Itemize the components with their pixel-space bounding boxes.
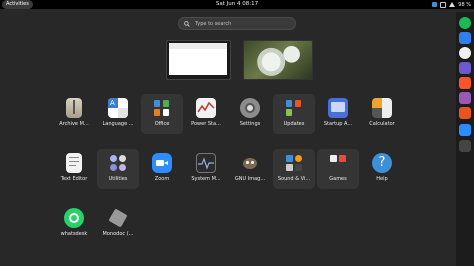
app-label: Startup A... xyxy=(323,121,353,127)
brave-icon[interactable] xyxy=(459,77,471,89)
app-label: Games xyxy=(329,176,347,182)
app-label: Monodoc (... xyxy=(102,231,134,237)
app-gimp[interactable]: GNU Imag... xyxy=(229,149,271,189)
app-folder-office[interactable]: Office xyxy=(141,94,183,134)
window-preview[interactable] xyxy=(169,43,227,75)
app-label: Utilities xyxy=(108,176,128,182)
updates-folder-icon xyxy=(284,98,304,118)
app-settings[interactable]: Settings xyxy=(229,94,271,134)
app-folder-utilities[interactable]: Utilities xyxy=(97,149,139,189)
app-icon-2[interactable] xyxy=(459,92,471,104)
archive-icon xyxy=(66,98,82,118)
battery-percentage: 98 % xyxy=(458,1,471,8)
app-icon[interactable] xyxy=(459,62,471,74)
sound-video-folder-icon xyxy=(284,153,304,173)
office-folder-icon xyxy=(152,98,172,118)
app-language-support[interactable]: A Language ... xyxy=(97,94,139,134)
app-monodoc[interactable]: Monodoc (... xyxy=(97,204,139,244)
app-system-monitor[interactable]: System M... xyxy=(185,149,227,189)
software-icon[interactable] xyxy=(459,107,471,119)
app-power-statistics[interactable]: Power Sta... xyxy=(185,94,227,134)
app-label: whatsdesk xyxy=(60,231,88,237)
app-label: Language ... xyxy=(102,121,134,127)
system-monitor-icon xyxy=(196,153,216,173)
clock[interactable]: Sat Jun 4 08:17 xyxy=(0,0,474,9)
games-folder-icon xyxy=(328,153,348,173)
vscode-icon[interactable] xyxy=(459,32,471,44)
search-input[interactable]: Type to search xyxy=(178,17,296,30)
app-label: Power Sta... xyxy=(191,121,221,127)
language-icon: A xyxy=(108,98,128,118)
app-label: System M... xyxy=(191,176,221,182)
app-label: Zoom xyxy=(154,176,170,182)
app-label: Sound & Vi... xyxy=(277,176,311,182)
show-apps-icon[interactable] xyxy=(459,140,471,152)
monodoc-icon xyxy=(108,208,128,228)
app-label: Settings xyxy=(239,121,261,127)
gimp-icon xyxy=(240,153,260,173)
workspace-thumbnail-2[interactable] xyxy=(243,40,313,80)
system-tray[interactable]: 98 % xyxy=(432,0,471,9)
app-folder-games[interactable]: Games xyxy=(317,149,359,189)
dock xyxy=(456,12,474,266)
volume-icon xyxy=(449,2,456,7)
app-label: Text Editor xyxy=(60,176,88,182)
workspace-thumbnail-1[interactable] xyxy=(166,40,231,80)
app-label: GNU Imag... xyxy=(234,176,266,182)
text-editor-icon xyxy=(66,153,82,173)
spotify-icon[interactable] xyxy=(459,17,471,29)
calculator-icon xyxy=(372,98,392,118)
app-label: Calculator xyxy=(369,121,395,127)
app-indicator-icon[interactable] xyxy=(432,2,438,7)
app-whatsdesk[interactable]: whatsdesk xyxy=(53,204,95,244)
app-archive-manager[interactable]: Archive M... xyxy=(53,94,95,134)
app-label: Updates xyxy=(283,121,305,127)
app-help[interactable]: ? Help xyxy=(361,149,403,189)
whatsapp-icon xyxy=(64,208,84,228)
gear-icon xyxy=(240,98,260,118)
power-statistics-icon xyxy=(196,98,216,118)
app-calculator[interactable]: Calculator xyxy=(361,94,403,134)
help-icon: ? xyxy=(372,153,392,173)
app-label: Archive M... xyxy=(59,121,89,127)
chrome-icon[interactable] xyxy=(459,47,471,59)
startup-icon xyxy=(328,98,348,118)
search-placeholder: Type to search xyxy=(195,20,232,27)
search-icon xyxy=(184,20,190,27)
app-text-editor[interactable]: Text Editor xyxy=(53,149,95,189)
network-icon xyxy=(440,1,447,8)
zoom-dock-icon[interactable] xyxy=(459,124,471,136)
app-zoom[interactable]: Zoom xyxy=(141,149,183,189)
app-folder-sound-video[interactable]: Sound & Vi... xyxy=(273,149,315,189)
top-bar: Activities Sat Jun 4 08:17 98 % xyxy=(0,0,474,9)
app-label: Help xyxy=(376,176,388,182)
app-startup-applications[interactable]: Startup A... xyxy=(317,94,359,134)
app-folder-updates[interactable]: Updates xyxy=(273,94,315,134)
utilities-folder-icon xyxy=(108,153,128,173)
zoom-icon xyxy=(152,153,172,173)
app-label: Office xyxy=(154,121,170,127)
